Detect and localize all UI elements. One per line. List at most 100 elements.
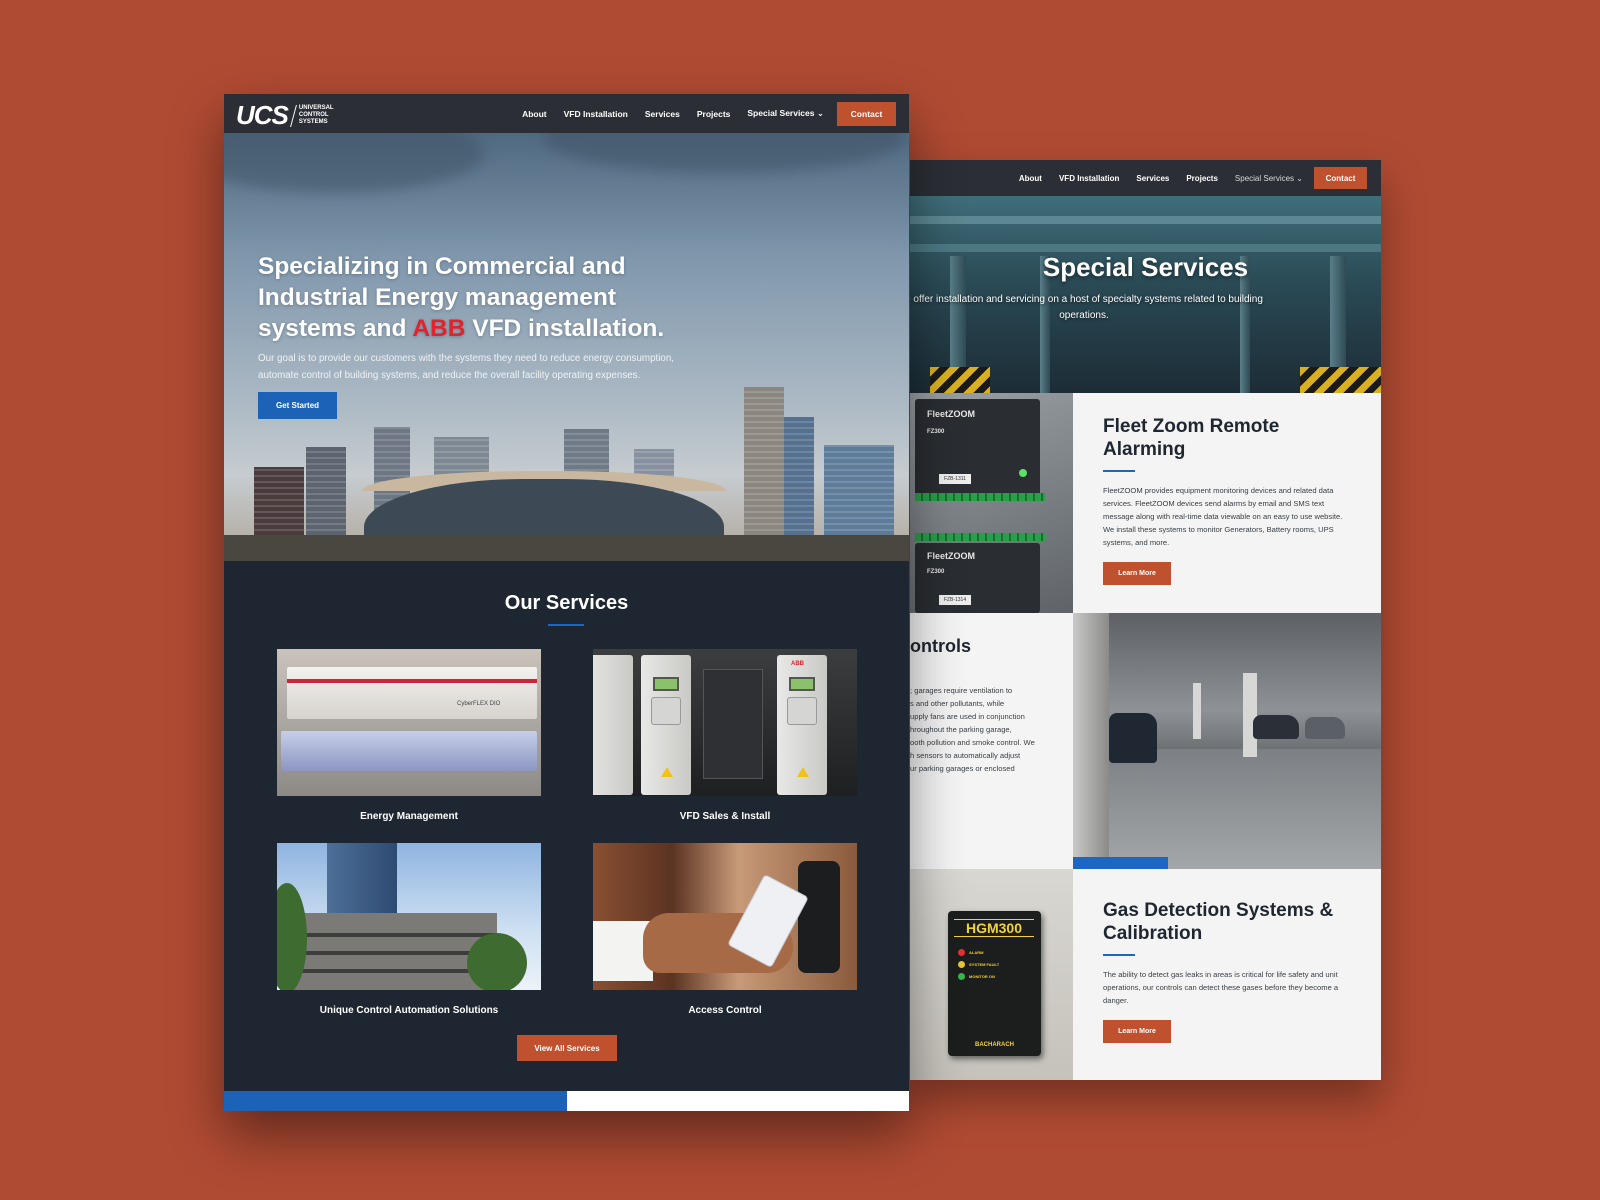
view-all-services-button[interactable]: View All Services bbox=[517, 1035, 617, 1061]
hero-ground bbox=[224, 535, 909, 561]
hero-headline-abb: ABB bbox=[412, 315, 466, 342]
right-nav-bar: About VFD Installation Services Projects… bbox=[910, 160, 1381, 196]
warning-icon bbox=[797, 767, 809, 777]
service-label: VFD Sales & Install bbox=[679, 811, 771, 822]
nav-services-link[interactable]: Services bbox=[1136, 174, 1169, 183]
body-line: hroughout the parking garage, bbox=[910, 725, 1012, 734]
heading-underline bbox=[1103, 470, 1135, 472]
next-section-blue bbox=[224, 1091, 567, 1111]
nav-vfd-installation-link[interactable]: VFD Installation bbox=[564, 109, 628, 119]
fleet-zoom-section: FleetZOOM FZ300 FZB-1311 FleetZOOM FZ300… bbox=[910, 393, 1381, 613]
ucs-logo[interactable]: UCS UNIVERSAL CONTROL SYSTEMS bbox=[236, 100, 334, 131]
gas-detection-section: HGM300 ALARM SYSTEM FAULT MONITOR ON BAC… bbox=[910, 869, 1381, 1080]
next-section-white bbox=[567, 1091, 909, 1111]
body-line: upply fans are used in conjunction bbox=[910, 712, 1025, 721]
body-line: ooth pollution and smoke control. We bbox=[910, 738, 1035, 747]
card-reader bbox=[798, 861, 840, 973]
nav-services-link[interactable]: Services bbox=[645, 109, 680, 119]
nav-about-link[interactable]: About bbox=[1019, 174, 1042, 183]
hero-headline: Specializing in Commercial and Industria… bbox=[258, 251, 718, 344]
service-label: Access Control bbox=[688, 1005, 762, 1016]
special-services-subtitle: e offer installation and servicing on a … bbox=[910, 294, 1263, 321]
vfd-display bbox=[789, 677, 815, 691]
garage-controls-heading: ontrols bbox=[910, 636, 971, 656]
home-hero: Specializing in Commercial and Industria… bbox=[224, 133, 909, 561]
service-card-energy-management[interactable]: CyberFLEX DIO Energy Management bbox=[277, 649, 541, 822]
monitor-led-icon bbox=[958, 973, 965, 980]
building-garage-image bbox=[277, 843, 541, 990]
garage-controls-section: ontrols ; garages require ventilation to… bbox=[910, 613, 1381, 869]
chevron-down-icon: ⌄ bbox=[1296, 173, 1303, 183]
nav-special-services-link[interactable]: Special Services ⌄ bbox=[1235, 174, 1303, 183]
device-model-label: FZ300 bbox=[927, 429, 945, 435]
tree bbox=[467, 933, 527, 990]
nav-special-services-label: Special Services bbox=[747, 108, 815, 118]
controller-label: CyberFLEX DIO bbox=[457, 701, 501, 707]
fleet-zoom-learn-more-button[interactable]: Learn More bbox=[1103, 562, 1171, 585]
nav-vfd-installation-link[interactable]: VFD Installation bbox=[1059, 174, 1119, 183]
abb-label: ABB bbox=[791, 661, 804, 667]
garage-level bbox=[287, 933, 497, 937]
hgm300-device-image: HGM300 ALARM SYSTEM FAULT MONITOR ON BAC… bbox=[910, 869, 1073, 1080]
get-started-button[interactable]: Get Started bbox=[258, 392, 337, 419]
skyline-building bbox=[306, 447, 346, 537]
service-card-access-control[interactable]: Access Control bbox=[593, 843, 857, 1016]
hero-subtitle: Our goal is to provide our customers wit… bbox=[258, 353, 675, 381]
nav-projects-link[interactable]: Projects bbox=[697, 109, 731, 119]
our-services-title: Our Services bbox=[504, 592, 629, 614]
skyline-building bbox=[254, 467, 304, 537]
garage-controls-body: ; garages require ventilation to s and o… bbox=[910, 684, 1067, 775]
vfd-unit bbox=[641, 655, 691, 795]
home-page: UCS UNIVERSAL CONTROL SYSTEMS About VFD … bbox=[224, 94, 909, 1111]
hero-headline-text-end: VFD installation. bbox=[465, 315, 665, 342]
fleet-zoom-heading: Fleet Zoom Remote Alarming bbox=[1103, 416, 1280, 460]
logo-line: UNIVERSAL bbox=[298, 105, 334, 111]
nav-about-link[interactable]: About bbox=[522, 109, 547, 119]
bacharach-brand-label: BACHARACH bbox=[975, 1042, 1014, 1048]
fleet-zoom-text: Fleet Zoom Remote Alarming FleetZOOM pro… bbox=[1073, 393, 1381, 613]
hgm300-monitor: HGM300 ALARM SYSTEM FAULT MONITOR ON BAC… bbox=[948, 911, 1041, 1056]
device-tag: FZB-1314 bbox=[939, 595, 971, 605]
body-line: ur parking garages or enclosed bbox=[910, 764, 1015, 773]
nav-special-services-link[interactable]: Special Services ⌄ bbox=[747, 108, 824, 119]
device-model-label: FZ300 bbox=[927, 569, 945, 575]
parking-garage-image bbox=[1073, 613, 1381, 869]
warning-icon bbox=[661, 767, 673, 777]
fleet-zoom-body: FleetZOOM provides equipment monitoring … bbox=[1103, 486, 1343, 547]
gas-detection-learn-more-button[interactable]: Learn More bbox=[1103, 1020, 1171, 1043]
logo-mark: UCS bbox=[236, 100, 289, 130]
logo-line: SYSTEMS bbox=[298, 119, 328, 125]
vfd-drives-image: ABB bbox=[593, 649, 857, 796]
hgm300-model-label: HGM300 bbox=[954, 919, 1034, 937]
alarm-led-icon bbox=[958, 949, 965, 956]
service-card-control-automation[interactable]: Unique Control Automation Solutions bbox=[277, 843, 541, 1016]
vfd-display bbox=[653, 677, 679, 691]
vfd-keypad bbox=[651, 697, 681, 725]
nav-contact-button[interactable]: Contact bbox=[1314, 167, 1367, 189]
nav-contact-button[interactable]: Contact bbox=[837, 101, 896, 126]
hero-ceiling-beam bbox=[910, 216, 1381, 224]
fleetzoom-devices-image: FleetZOOM FZ300 FZB-1311 FleetZOOM FZ300… bbox=[910, 393, 1073, 613]
vfd-control-panel bbox=[703, 669, 763, 779]
vfd-unit bbox=[593, 655, 633, 795]
led-label: MONITOR ON bbox=[969, 974, 995, 979]
access-control-image bbox=[593, 843, 857, 990]
device-brand-label: FleetZOOM bbox=[927, 551, 976, 561]
terminal-strip bbox=[915, 493, 1045, 501]
nav-projects-link[interactable]: Projects bbox=[1186, 174, 1218, 183]
skyline-building bbox=[824, 445, 894, 537]
service-card-vfd-sales-install[interactable]: ABB VFD Sales & Install bbox=[593, 649, 857, 822]
gas-detection-heading: Gas Detection Systems & Calibration bbox=[1103, 900, 1334, 944]
device-brand-label: FleetZOOM bbox=[927, 409, 976, 419]
gas-detection-body: The ability to detect gas leaks in areas… bbox=[1103, 970, 1339, 1005]
logo-line: CONTROL bbox=[298, 112, 329, 118]
service-label: Unique Control Automation Solutions bbox=[319, 1005, 499, 1016]
controller-module bbox=[281, 731, 537, 771]
led-label: SYSTEM FAULT bbox=[969, 962, 1000, 967]
heading-underline bbox=[548, 624, 584, 626]
fault-led-icon bbox=[958, 961, 965, 968]
nav-special-services-label: Special Services bbox=[1234, 173, 1295, 183]
terminal-strip bbox=[915, 533, 1045, 541]
led-label: ALARM bbox=[969, 950, 984, 955]
hero-ceiling-beam bbox=[910, 244, 1381, 252]
